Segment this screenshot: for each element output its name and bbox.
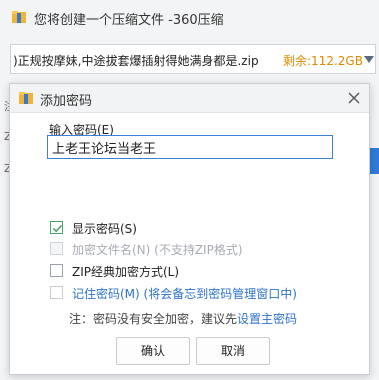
titlebar-divider [10, 112, 369, 113]
archive-path-text: )正规按摩妹,中途拔套爆插射得她满身都是.zip [13, 54, 259, 68]
remember-password-label: 记住密码(M) (将会备忘到密码管理窗口中) [72, 287, 297, 301]
chevron-down-icon[interactable] [364, 56, 374, 63]
checkbox-unchecked[interactable] [50, 264, 63, 277]
checkbox-checked[interactable] [50, 221, 63, 234]
encrypt-filenames-label: 加密文件名(N) (不支持ZIP格式) [72, 243, 243, 257]
zip-classic-encryption-label: ZIP经典加密方式(L) [72, 265, 180, 279]
free-space-label: 剩余:112.2GB [283, 54, 363, 68]
dialog-titlebar: 添加密码 [10, 84, 369, 112]
background-window-title: 您将创建一个压缩文件 -360压缩 [34, 13, 224, 28]
background-titlebar: 您将创建一个压缩文件 -360压缩 [0, 0, 379, 34]
archive-path-field[interactable]: )正规按摩妹,中途拔套爆插射得她满身都是.zip 剩余:112.2GB [10, 44, 376, 74]
checkbox-unchecked[interactable] [50, 286, 63, 299]
password-input[interactable] [47, 135, 333, 159]
security-note: 注：密码没有安全加密，建议先设置主密码 [69, 310, 297, 327]
archive-folder-icon [18, 90, 34, 106]
show-password-label: 显示密码(S) [72, 222, 137, 236]
security-note-text: 注：密码没有安全加密，建议先 [69, 312, 238, 326]
confirm-button[interactable]: 确认 [116, 337, 190, 365]
add-password-dialog: 添加密码 输入密码(E) 显示密码(S) 加密文件名(N) (不支持ZIP格式)… [9, 83, 370, 375]
checkbox-disabled [50, 242, 63, 255]
archive-folder-icon [11, 9, 27, 25]
dialog-title: 添加密码 [40, 94, 93, 109]
set-master-password-link[interactable]: 设置主密码 [237, 312, 297, 326]
cancel-button[interactable]: 取消 [196, 337, 270, 365]
close-icon[interactable] [346, 90, 362, 106]
